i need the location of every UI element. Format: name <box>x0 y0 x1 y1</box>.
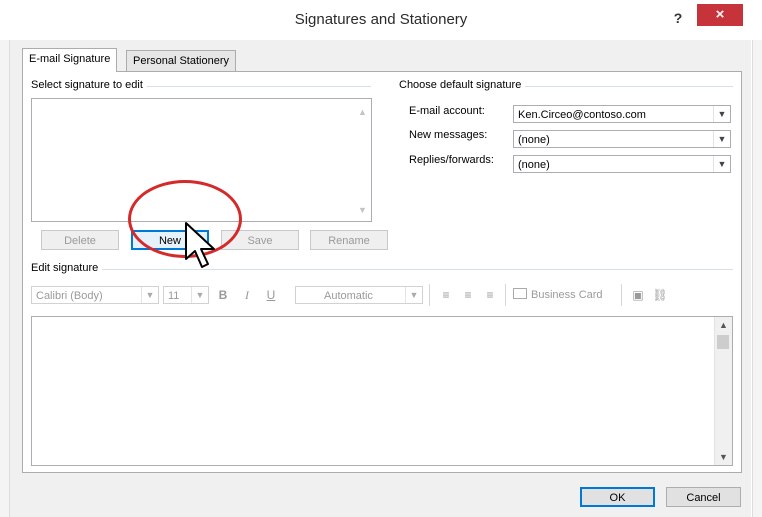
save-button[interactable]: Save <box>221 230 299 250</box>
scroll-thumb[interactable] <box>717 335 729 349</box>
business-card-label: Business Card <box>531 289 603 301</box>
chevron-down-icon[interactable]: ▼ <box>141 287 158 303</box>
tab-email-signature[interactable]: E-mail Signature <box>22 48 118 72</box>
signature-list[interactable]: ▲ ▼ <box>31 98 372 222</box>
rename-button[interactable]: Rename <box>310 230 388 250</box>
scroll-up-icon[interactable]: ▲ <box>719 320 728 330</box>
email-account-value: Ken.Circeo@contoso.com <box>518 109 646 121</box>
new-button[interactable]: New <box>131 230 209 250</box>
italic-button[interactable]: I <box>239 286 255 304</box>
font-color-value: Automatic <box>324 290 373 302</box>
help-button[interactable]: ? <box>668 8 688 28</box>
choose-default-label: Choose default signature <box>399 79 526 91</box>
editor-scrollbar[interactable]: ▲ ▼ <box>714 317 732 465</box>
font-size-value: 11 <box>168 290 180 302</box>
window-title: Signatures and Stationery <box>294 11 468 28</box>
font-size-select[interactable]: 11 ▼ <box>163 286 209 304</box>
tab-email-signature-label: E-mail Signature <box>29 53 111 65</box>
new-messages-select[interactable]: (none) ▼ <box>513 130 731 148</box>
business-card-icon <box>513 288 527 299</box>
font-color-select[interactable]: Automatic ▼ <box>295 286 423 304</box>
edit-group-divider <box>31 269 733 270</box>
chevron-down-icon[interactable]: ▼ <box>713 131 730 147</box>
window-frame-left <box>0 40 10 517</box>
toolbar-separator <box>505 284 506 306</box>
delete-button[interactable]: Delete <box>41 230 119 250</box>
toolbar-separator <box>429 284 430 306</box>
bold-button[interactable]: B <box>215 286 231 304</box>
toolbar-separator <box>621 284 622 306</box>
chevron-down-icon[interactable]: ▼ <box>713 106 730 122</box>
chevron-down-icon[interactable]: ▼ <box>191 287 208 303</box>
ok-button[interactable]: OK <box>580 487 655 507</box>
align-left-icon[interactable]: ≡ <box>437 286 455 304</box>
new-messages-label: New messages: <box>409 129 488 141</box>
window-frame-right <box>752 40 762 517</box>
tab-personal-stationery-label: Personal Stationery <box>133 55 229 67</box>
signature-editor[interactable]: ▲ ▼ <box>31 316 733 466</box>
select-signature-label: Select signature to edit <box>31 79 147 91</box>
chevron-down-icon[interactable]: ▼ <box>713 156 730 172</box>
title-bar: Signatures and Stationery ? × <box>0 0 762 40</box>
close-button[interactable]: × <box>697 4 743 26</box>
dialog-body: E-mail Signature Personal Stationery Sel… <box>10 40 751 517</box>
chevron-down-icon[interactable]: ▼ <box>405 287 422 303</box>
replies-forwards-value: (none) <box>518 159 550 171</box>
align-right-icon[interactable]: ≡ <box>481 286 499 304</box>
tab-personal-stationery[interactable]: Personal Stationery <box>126 50 236 71</box>
email-account-select[interactable]: Ken.Circeo@contoso.com ▼ <box>513 105 731 123</box>
email-signature-panel: Select signature to edit ▲ ▼ Delete New … <box>22 71 742 473</box>
scroll-up-icon[interactable]: ▲ <box>358 107 367 117</box>
new-messages-value: (none) <box>518 134 550 146</box>
font-name-value: Calibri (Body) <box>36 290 103 302</box>
scroll-down-icon[interactable]: ▼ <box>719 452 728 462</box>
edit-signature-label: Edit signature <box>31 262 103 274</box>
underline-button[interactable]: U <box>263 286 279 304</box>
insert-picture-icon[interactable]: ▣ <box>629 286 647 304</box>
signature-list-scrollbar[interactable]: ▲ ▼ <box>355 99 371 221</box>
business-card-button[interactable]: Business Card <box>513 286 617 304</box>
scroll-down-icon[interactable]: ▼ <box>358 205 367 215</box>
font-name-select[interactable]: Calibri (Body) ▼ <box>31 286 159 304</box>
align-center-icon[interactable]: ≡ <box>459 286 477 304</box>
insert-hyperlink-icon[interactable]: ⛓ <box>651 286 669 304</box>
email-account-label: E-mail account: <box>409 105 485 117</box>
replies-forwards-select[interactable]: (none) ▼ <box>513 155 731 173</box>
replies-forwards-label: Replies/forwards: <box>409 154 494 166</box>
cancel-button[interactable]: Cancel <box>666 487 741 507</box>
